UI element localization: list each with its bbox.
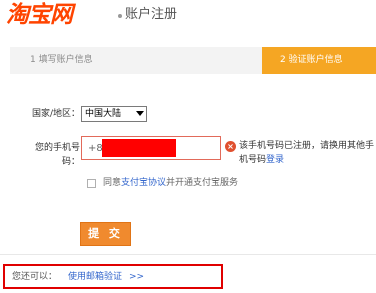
error-x-icon: × [225, 141, 236, 152]
email-verification-link[interactable]: 使用邮箱验证 [68, 270, 122, 284]
region-select[interactable]: 中国大陆 [81, 106, 147, 122]
progress-steps: 1 填写账户信息 2 验证账户信息 [10, 47, 376, 74]
taobao-logo[interactable]: 淘宝网 [6, 0, 73, 30]
step-arrow-icon [251, 47, 262, 73]
agree-checkbox[interactable] [87, 179, 96, 188]
phone-label: 您的手机号码： [34, 143, 80, 167]
step-verify-account-info-active: 2 验证账户信息 [251, 47, 376, 74]
step-fill-account-info: 1 填写账户信息 [30, 55, 93, 65]
divider [0, 254, 376, 255]
agree-statement: 同意支付宝协议并开通支付宝服务 [103, 176, 238, 190]
phone-error-message: 该手机号码已注册，请换用其他手机号码登录 [239, 139, 376, 167]
region-label: 国家/地区： [31, 109, 80, 119]
chevron-down-icon [136, 111, 144, 116]
agree-suffix: 并开通支付宝服务 [166, 178, 239, 188]
login-link[interactable]: 登录 [266, 155, 284, 165]
agree-prefix: 同意 [103, 178, 122, 188]
double-arrow-icon[interactable]: >> [129, 270, 144, 284]
title-separator-dot [118, 14, 122, 18]
error-text: 该手机号码已注册，请换用其他手机号码 [239, 141, 375, 165]
alternative-prefix: 您还可以： [12, 272, 58, 282]
phone-number-input[interactable]: +86 [81, 136, 221, 160]
region-select-value: 中国大陆 [85, 109, 122, 119]
alternative-verification-box: 您还可以： 使用邮箱验证 >> [3, 264, 223, 289]
alipay-agreement-link[interactable]: 支付宝协议 [121, 178, 166, 188]
page-title: 账户注册 [125, 7, 178, 22]
page-header: 淘宝网 账户注册 [0, 0, 376, 40]
step2-label: 2 验证账户信息 [280, 55, 343, 65]
redacted-phone-number [102, 139, 176, 157]
submit-button[interactable]: 提 交 [80, 222, 131, 246]
